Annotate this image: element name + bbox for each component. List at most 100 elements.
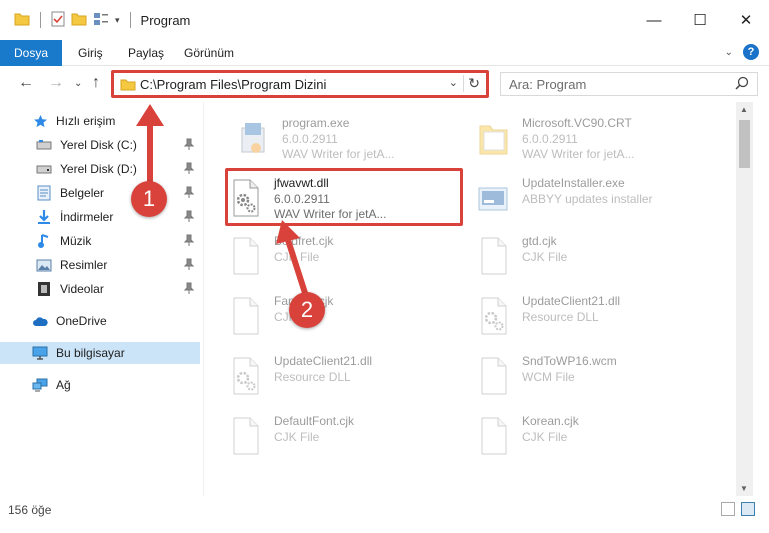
pin-icon[interactable] (183, 258, 195, 273)
toolbar-divider (40, 12, 41, 28)
maximize-icon[interactable]: ☐ (677, 0, 723, 40)
sidebar-item-disk-d[interactable]: Yerel Disk (D:) (0, 158, 200, 180)
network-icon (32, 377, 48, 393)
file-tile[interactable]: Boldfret.cjk CJK File (206, 224, 456, 280)
search-input[interactable]: Ara: Program (500, 72, 758, 96)
file-name: Microsoft.VC90.CRT (522, 116, 632, 130)
sidebar-item-label: Resimler (60, 258, 108, 272)
pin-icon[interactable] (183, 234, 195, 249)
pin-icon[interactable] (183, 162, 195, 177)
file-version: 6.0.0.2911 (282, 132, 338, 146)
file-tile[interactable]: gtd.cjk CJK File (454, 224, 704, 280)
status-bar: 156 öğe (0, 496, 769, 533)
file-tile[interactable]: SndToWP16.wcm WCM File (454, 344, 704, 400)
customize-toolbar-icon[interactable]: ▾ (115, 15, 120, 26)
installer-icon (476, 178, 510, 218)
navigation-pane: Hızlı erişim Yerel Disk (C:) Yerel Disk … (0, 102, 204, 496)
pin-icon[interactable] (183, 186, 195, 201)
vertical-scrollbar[interactable]: ▲ ▼ (736, 102, 753, 496)
sidebar-item-network[interactable]: Ağ (0, 374, 200, 396)
new-folder-icon[interactable] (71, 12, 87, 29)
file-name: SndToWP16.wcm (522, 354, 617, 368)
tab-dosya[interactable]: Dosya (0, 40, 62, 66)
sidebar-item-onedrive[interactable]: OneDrive (0, 310, 200, 332)
folder-icon (14, 12, 30, 29)
up-arrow-icon[interactable]: ↑ (92, 74, 100, 92)
sidebar-item-label: Yerel Disk (D:) (60, 162, 137, 176)
videos-icon (36, 281, 52, 297)
window-controls: — ☐ ✕ (631, 0, 769, 40)
blank-file-icon (476, 356, 510, 396)
pin-icon[interactable] (183, 138, 195, 153)
view-options-icon[interactable] (93, 12, 109, 29)
file-name: Korean.cjk (522, 414, 579, 428)
file-name: program.exe (282, 116, 350, 130)
blank-file-icon (476, 416, 510, 456)
details-view-icon[interactable] (721, 502, 735, 516)
file-tile[interactable]: Microsoft.VC90.CRT 6.0.0.2911 WAV Writer… (454, 106, 704, 162)
sidebar-item-documents[interactable]: Belgeler (0, 182, 200, 204)
star-icon (32, 113, 48, 129)
recent-locations-icon[interactable]: ⌄ (74, 78, 82, 89)
callout-1: 1 (131, 181, 167, 217)
sidebar-item-downloads[interactable]: İndirmeler (0, 206, 200, 228)
callout-2: 2 (289, 292, 325, 328)
minimize-icon[interactable]: — (631, 0, 677, 40)
file-tile[interactable]: UpdateClient21.dll Resource DLL (206, 344, 456, 400)
file-tile[interactable]: DefaultFont.cjk CJK File (206, 404, 456, 460)
help-icon[interactable]: ? (743, 44, 759, 60)
close-icon[interactable]: ✕ (723, 0, 769, 40)
search-placeholder: Ara: Program (509, 77, 587, 92)
tiles-view-icon[interactable] (741, 502, 755, 516)
exe-icon (236, 118, 270, 158)
scroll-down-icon[interactable]: ▼ (740, 484, 748, 493)
tab-paylas[interactable]: Paylaş (118, 40, 174, 66)
file-name: gtd.cjk (522, 234, 557, 248)
music-icon (36, 233, 52, 249)
file-name: UpdateInstaller.exe (522, 176, 625, 190)
scroll-up-icon[interactable]: ▲ (740, 105, 748, 114)
file-tile[interactable]: UpdateClient21.dll Resource DLL (454, 284, 704, 340)
file-version: 6.0.0.2911 (522, 132, 578, 146)
blank-file-icon (228, 296, 262, 336)
sidebar-item-videos[interactable]: Videolar (0, 278, 200, 300)
file-highlight-box (225, 168, 463, 226)
sidebar-item-this-pc[interactable]: Bu bilgisayar (0, 342, 200, 364)
quick-access-toolbar: ▾ (0, 0, 135, 40)
chevron-down-icon[interactable]: ⌄ (725, 47, 733, 58)
toolbar-divider (129, 12, 131, 28)
navigation-bar: ← → ⌄ ↑ C:\Program Files\Program Dizini … (0, 66, 769, 102)
file-type: CJK File (274, 430, 320, 444)
ribbon: Dosya Giriş Paylaş Görünüm ⌄ ? (0, 40, 769, 66)
file-tile[interactable]: Fanfare.cjk CJK File (206, 284, 456, 340)
back-arrow-icon[interactable]: ← (18, 74, 34, 92)
sidebar-item-quick-access[interactable]: Hızlı erişim (0, 110, 200, 132)
ribbon-right-controls: ⌄ ? (725, 44, 759, 60)
file-name: UpdateClient21.dll (522, 294, 621, 308)
dll-gear-icon (476, 296, 510, 336)
forward-arrow-icon[interactable]: → (48, 74, 64, 92)
scrollbar-thumb[interactable] (739, 120, 750, 168)
sidebar-item-disk-c[interactable]: Yerel Disk (C:) (0, 134, 200, 156)
properties-icon[interactable] (51, 11, 65, 30)
file-tile[interactable]: UpdateInstaller.exe ABBYY updates instal… (454, 166, 704, 222)
pin-icon[interactable] (183, 210, 195, 225)
blank-file-icon (228, 416, 262, 456)
tab-giris[interactable]: Giriş (68, 40, 113, 66)
computer-icon (32, 345, 48, 361)
dll-gear-icon (228, 356, 262, 396)
blank-file-icon (228, 236, 262, 276)
sidebar-item-label: Yerel Disk (C:) (60, 138, 137, 152)
sidebar-item-music[interactable]: Müzik (0, 230, 200, 252)
tab-gorunum[interactable]: Görünüm (174, 40, 244, 66)
pin-icon[interactable] (183, 282, 195, 297)
folder-icon (476, 118, 510, 158)
file-tile[interactable]: program.exe 6.0.0.2911 WAV Writer for je… (214, 106, 464, 162)
pictures-icon (36, 257, 52, 273)
file-description: ABBYY updates installer (522, 192, 653, 206)
file-tile[interactable]: Korean.cjk CJK File (454, 404, 704, 460)
file-description: WAV Writer for jetA... (282, 147, 395, 161)
sidebar-item-pictures[interactable]: Resimler (0, 254, 200, 276)
drive-icon (36, 137, 52, 153)
file-type: CJK File (522, 250, 568, 264)
